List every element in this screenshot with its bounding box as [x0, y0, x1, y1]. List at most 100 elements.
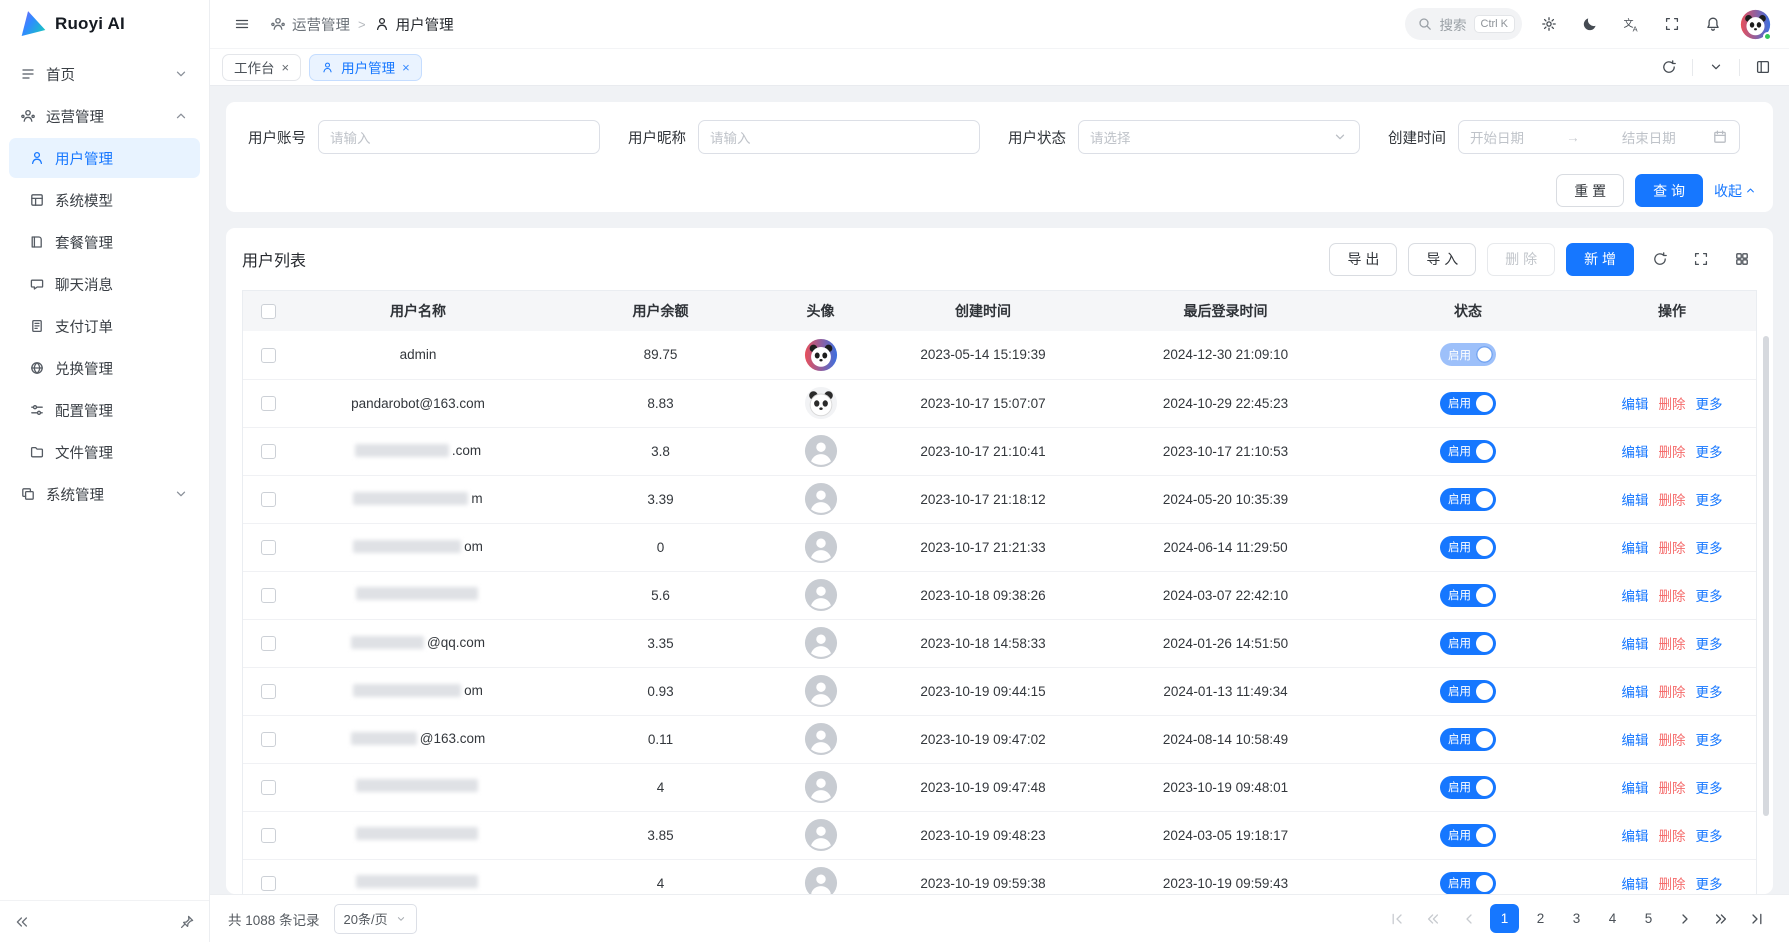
status-toggle[interactable]: 启用 — [1440, 488, 1496, 511]
delete-link[interactable]: 删除 — [1659, 397, 1686, 412]
refresh-icon[interactable] — [1645, 244, 1675, 274]
delete-link[interactable]: 删除 — [1659, 589, 1686, 604]
edit-link[interactable]: 编辑 — [1622, 877, 1649, 892]
sidebar-item-config-management[interactable]: 配置管理 — [9, 390, 200, 430]
sidebar-item-user-management[interactable]: 用户管理 — [9, 138, 200, 178]
more-link[interactable]: 更多 — [1696, 397, 1723, 412]
language-icon[interactable]: 文A — [1617, 10, 1645, 38]
table-scrollbar[interactable] — [1763, 336, 1769, 816]
pagination-last-button[interactable] — [1742, 904, 1771, 933]
pagination-next-jump-button[interactable] — [1706, 904, 1735, 933]
pagination-page-2[interactable]: 2 — [1526, 904, 1555, 933]
more-link[interactable]: 更多 — [1696, 877, 1723, 892]
add-button[interactable]: 新 增 — [1566, 243, 1634, 276]
user-avatar[interactable] — [1740, 9, 1771, 40]
status-toggle[interactable]: 启用 — [1440, 632, 1496, 655]
column-settings-icon[interactable] — [1727, 244, 1757, 274]
tab-workbench[interactable]: 工作台× — [222, 54, 301, 81]
pagination-page-3[interactable]: 3 — [1562, 904, 1591, 933]
row-checkbox[interactable] — [261, 492, 276, 507]
status-toggle[interactable]: 启用 — [1440, 728, 1496, 751]
sidebar-group-2[interactable]: 系统管理 — [9, 474, 200, 514]
status-toggle[interactable]: 启用 — [1440, 392, 1496, 415]
delete-button[interactable]: 删 除 — [1487, 243, 1555, 276]
status-toggle[interactable]: 启用 — [1440, 680, 1496, 703]
edit-link[interactable]: 编辑 — [1622, 493, 1649, 508]
breadcrumb-item[interactable]: 用户管理 — [374, 14, 454, 35]
edit-link[interactable]: 编辑 — [1622, 829, 1649, 844]
sidebar-item-payment-orders[interactable]: 支付订单 — [9, 306, 200, 346]
pagination-page-4[interactable]: 4 — [1598, 904, 1627, 933]
row-checkbox[interactable] — [261, 780, 276, 795]
reset-button[interactable]: 重 置 — [1556, 174, 1624, 207]
edit-link[interactable]: 编辑 — [1622, 733, 1649, 748]
page-size-select[interactable]: 20条/页 — [334, 904, 417, 934]
fullscreen-icon[interactable] — [1658, 10, 1686, 38]
refresh-tab-icon[interactable] — [1655, 53, 1683, 81]
row-checkbox[interactable] — [261, 396, 276, 411]
fullscreen-icon[interactable] — [1686, 244, 1716, 274]
sidebar-item-chat-messages[interactable]: 聊天消息 — [9, 264, 200, 304]
sidebar-item-exchange-management[interactable]: 兑换管理 — [9, 348, 200, 388]
row-checkbox[interactable] — [261, 588, 276, 603]
more-link[interactable]: 更多 — [1696, 541, 1723, 556]
status-toggle[interactable]: 启用 — [1440, 776, 1496, 799]
row-checkbox[interactable] — [261, 636, 276, 651]
tab-close-icon[interactable]: × — [282, 61, 290, 74]
edit-link[interactable]: 编辑 — [1622, 589, 1649, 604]
chevron-down-icon[interactable] — [1702, 53, 1730, 81]
more-link[interactable]: 更多 — [1696, 637, 1723, 652]
edit-link[interactable]: 编辑 — [1622, 541, 1649, 556]
global-search[interactable]: 搜索 Ctrl K — [1405, 8, 1523, 40]
more-link[interactable]: 更多 — [1696, 445, 1723, 460]
edit-link[interactable]: 编辑 — [1622, 685, 1649, 700]
delete-link[interactable]: 删除 — [1659, 781, 1686, 796]
pin-icon[interactable] — [179, 914, 195, 930]
status-toggle[interactable]: 启用 — [1440, 536, 1496, 559]
more-link[interactable]: 更多 — [1696, 829, 1723, 844]
sidebar-collapse-button[interactable] — [14, 914, 30, 930]
status-toggle[interactable]: 启用 — [1440, 824, 1496, 847]
tab-user-management[interactable]: 用户管理× — [309, 54, 422, 81]
more-link[interactable]: 更多 — [1696, 493, 1723, 508]
edit-link[interactable]: 编辑 — [1622, 397, 1649, 412]
delete-link[interactable]: 删除 — [1659, 877, 1686, 892]
select-all-checkbox[interactable] — [261, 304, 276, 319]
edit-link[interactable]: 编辑 — [1622, 445, 1649, 460]
status-toggle[interactable]: 启用 — [1440, 343, 1496, 366]
pagination-first-button[interactable] — [1382, 904, 1411, 933]
status-toggle[interactable]: 启用 — [1440, 584, 1496, 607]
layout-expand-icon[interactable] — [1749, 53, 1777, 81]
more-link[interactable]: 更多 — [1696, 733, 1723, 748]
status-toggle[interactable]: 启用 — [1440, 440, 1496, 463]
pagination-next-button[interactable] — [1670, 904, 1699, 933]
filter-daterange-created[interactable]: 开始日期→结束日期 — [1458, 120, 1740, 154]
filter-input-account[interactable]: 请输入 — [318, 120, 600, 154]
sidebar-group-1[interactable]: 运营管理 — [9, 96, 200, 136]
delete-link[interactable]: 删除 — [1659, 685, 1686, 700]
edit-link[interactable]: 编辑 — [1622, 637, 1649, 652]
row-checkbox[interactable] — [261, 348, 276, 363]
row-checkbox[interactable] — [261, 540, 276, 555]
notifications-bell-icon[interactable] — [1699, 10, 1727, 38]
collapse-filter-link[interactable]: 收起 — [1714, 181, 1757, 201]
status-toggle[interactable]: 启用 — [1440, 872, 1496, 895]
sidebar-item-system-model[interactable]: 系统模型 — [9, 180, 200, 220]
filter-select-status[interactable]: 请选择 — [1078, 120, 1360, 154]
import-button[interactable]: 导 入 — [1408, 243, 1476, 276]
more-link[interactable]: 更多 — [1696, 685, 1723, 700]
delete-link[interactable]: 删除 — [1659, 637, 1686, 652]
sidebar-item-package-management[interactable]: 套餐管理 — [9, 222, 200, 262]
row-checkbox[interactable] — [261, 876, 276, 891]
row-checkbox[interactable] — [261, 828, 276, 843]
pagination-page-1[interactable]: 1 — [1490, 904, 1519, 933]
row-checkbox[interactable] — [261, 684, 276, 699]
delete-link[interactable]: 删除 — [1659, 541, 1686, 556]
pagination-prev-button[interactable] — [1454, 904, 1483, 933]
hamburger-menu-icon[interactable] — [228, 10, 256, 38]
delete-link[interactable]: 删除 — [1659, 493, 1686, 508]
delete-link[interactable]: 删除 — [1659, 445, 1686, 460]
breadcrumb-item[interactable]: 运营管理 — [270, 14, 350, 35]
more-link[interactable]: 更多 — [1696, 589, 1723, 604]
row-checkbox[interactable] — [261, 732, 276, 747]
